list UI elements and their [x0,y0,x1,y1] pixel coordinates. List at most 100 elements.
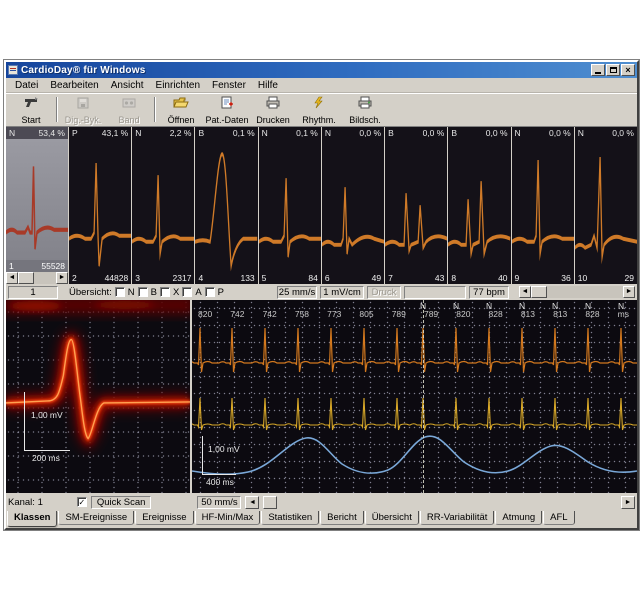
template-panel-2[interactable]: P43,1 % 244828 [68,127,131,284]
toolbar-separator [56,97,58,122]
tab-sm-ereignisse[interactable]: SM-Ereignisse [58,511,134,525]
toolbar-button-oeffnen[interactable]: Öffnen [158,94,204,125]
restore-button[interactable] [606,64,620,76]
tab-uebersicht[interactable]: Übersicht [365,511,419,525]
template-panel-6[interactable]: N0,0 % 649 [321,127,384,284]
class-percent: 53,4 % [39,128,65,138]
class-percent: 0,0 % [549,128,571,138]
title-bar[interactable]: CardioDay® für Windows × [6,62,637,78]
scale-ms-label: 200 ms [32,453,60,463]
toolbar-button-rhythm[interactable]: Rhythm. [296,94,342,125]
checkbox-n[interactable]: N [115,287,135,298]
class-label: B [388,128,394,138]
class-label: B [198,128,204,138]
template-panel-7[interactable]: B0,0 % 743 [384,127,447,284]
toolbar-button-start[interactable]: Start [8,94,54,125]
control-row: 1 Übersicht: N B X A P 25 mm/s 1 mV/cm D… [6,284,637,300]
toolbar-button-drucken[interactable]: Drucken [250,94,296,125]
class-percent: 0,0 % [423,128,445,138]
tab-klassen[interactable]: Klassen [7,511,57,527]
patient-data-icon [219,96,235,114]
menu-einrichten[interactable]: Einrichten [150,79,206,92]
scroll-left-icon[interactable]: ◄ [519,286,531,298]
checkbox-icon[interactable] [115,287,125,297]
template-panel-10[interactable]: N0,0 % 1029 [574,127,637,284]
scroll-right-icon[interactable]: ► [623,286,635,298]
toolbar: Start Dig.-Byk. Band Öffnen Pat.-Daten D… [6,93,637,127]
ecg-channel1-trace [192,328,637,372]
template-panel-4[interactable]: B0,1 % 4133 [194,127,257,284]
kanal-label: Kanal: 1 [8,497,43,508]
tab-bericht[interactable]: Bericht [320,511,364,525]
template-panel-8[interactable]: B0,0 % 840 [447,127,510,284]
class-label: N [135,128,141,138]
scroll-left-icon[interactable]: ◄ [6,272,18,284]
tab-rr-variabilitaet[interactable]: RR-Variabilität [420,511,495,525]
tab-atmung[interactable]: Atmung [495,511,542,525]
scroll-right-button[interactable]: ► [621,496,635,509]
respiration-trace [192,436,637,474]
template-scrollbar[interactable]: ◄ ► [6,272,68,284]
close-button[interactable]: × [621,64,635,76]
ecg-panel[interactable]: N N N N N N N 82074274275877380578978982… [192,300,637,493]
ecg-channel2-trace [192,398,637,430]
checkbox-b[interactable]: B [138,287,157,298]
toolbar-button-band[interactable]: Band [106,94,152,125]
scrollbar-track[interactable] [34,272,56,284]
scale-marker: 1,00 mV 400 ms [202,436,258,486]
class-label: N [515,128,521,138]
menu-ansicht[interactable]: Ansicht [105,79,150,92]
scrollbar-track[interactable] [547,286,623,298]
minimize-button[interactable] [591,64,605,76]
menu-hilfe[interactable]: Hilfe [252,79,284,92]
template-panel-1[interactable]: N53,4 % 155528 ◄ ► [6,127,68,284]
quickscan-checkbox[interactable]: ✓ [77,497,87,507]
class-percent: 0,0 % [486,128,508,138]
empty-field[interactable] [404,286,466,299]
template-panel-9[interactable]: N0,0 % 936 [511,127,574,284]
class-index: 1 [9,261,14,271]
speed-left-icon[interactable]: ◄ [245,496,259,509]
main-area: 1,00 mV 200 ms N N N N N N N 82074274275… [6,300,637,493]
ecg-h-scrollbar[interactable]: ◄ ► [519,286,635,298]
scroll-right-icon[interactable]: ► [56,272,68,284]
scrollbar-thumb[interactable] [18,272,34,284]
checkbox-icon[interactable] [160,287,170,297]
rhythm-icon [311,96,327,114]
template-panel-5[interactable]: N0,1 % 584 [258,127,321,284]
page-number-box[interactable]: 1 [8,286,58,299]
tab-statistiken[interactable]: Statistiken [261,511,319,525]
toolbar-button-pat-daten[interactable]: Pat.-Daten [204,94,250,125]
class-percent: 43,1 % [102,128,128,138]
menu-datei[interactable]: Datei [9,79,44,92]
template-panel-3[interactable]: N2,2 % 32317 [131,127,194,284]
uebersicht-label: Übersicht: [69,287,112,298]
menu-bearbeiten[interactable]: Bearbeiten [44,79,104,92]
speed-thumb[interactable] [263,496,277,509]
tab-ereignisse[interactable]: Ereignisse [135,511,193,525]
quickscan-label-box[interactable]: Quick Scan [91,496,152,509]
class-count: 55528 [41,261,65,271]
gain-box[interactable]: 1 mV/cm [320,286,364,299]
checkbox-icon[interactable] [205,287,215,297]
menu-fenster[interactable]: Fenster [206,79,252,92]
cursor-line[interactable] [423,300,424,493]
druck-button[interactable]: Druck [367,286,401,299]
toolbar-button-bildsch[interactable]: Bildsch. [342,94,388,125]
checkbox-p[interactable]: P [205,287,224,298]
speed-box[interactable]: 25 mm/s [277,286,317,299]
scrollbar-thumb[interactable] [531,286,547,298]
bpm-box[interactable]: 77 bpm [469,286,509,299]
tab-hf-min-max[interactable]: HF-Min/Max [195,511,261,525]
heatmap-panel[interactable]: 1,00 mV 200 ms [6,300,192,493]
checkbox-a[interactable]: A [182,287,201,298]
checkbox-x[interactable]: X [160,287,179,298]
scale-ms-label: 400 ms [206,477,234,487]
sweep-speed-box[interactable]: 50 mm/s [197,496,241,509]
tab-afl[interactable]: AFL [543,511,574,525]
scale-marker: 1,00 mV 200 ms [24,392,84,462]
checkbox-icon[interactable] [138,287,148,297]
app-icon [8,65,18,75]
toolbar-button-dig-byk[interactable]: Dig.-Byk. [60,94,106,125]
checkbox-icon[interactable] [182,287,192,297]
